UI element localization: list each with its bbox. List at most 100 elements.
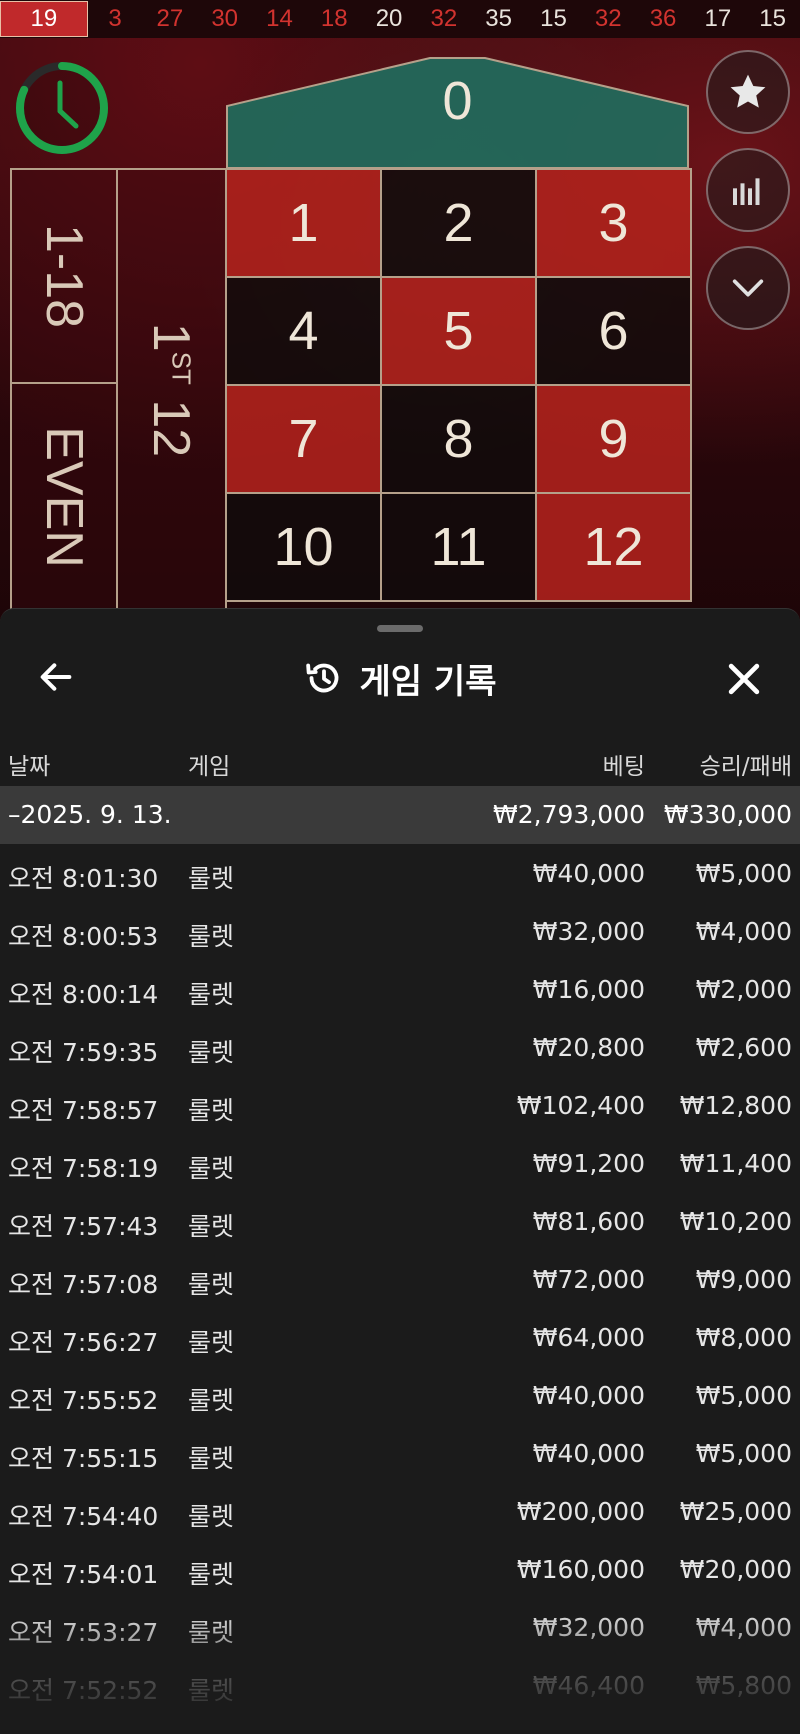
- row-bet: ₩40,000: [532, 1381, 645, 1410]
- row-result: ₩10,200: [679, 1207, 792, 1236]
- row-bet: ₩81,600: [532, 1207, 645, 1236]
- row-result: ₩25,000: [679, 1497, 792, 1526]
- zero-label: 0: [442, 71, 473, 131]
- game-history-sheet: 게임 기록 날짜 게임 베팅 승리/패배 –2025. 9. 13. ₩2,79…: [0, 608, 800, 1734]
- even-label: EVEN: [35, 426, 94, 568]
- bet-spot-1st-dozen[interactable]: 1ST 12: [116, 168, 227, 612]
- row-result: ₩5,000: [695, 859, 792, 888]
- bet-spot-number[interactable]: 1: [225, 168, 382, 278]
- row-result: ₩11,400: [679, 1149, 792, 1178]
- row-game: 룰렛: [188, 1560, 235, 1589]
- row-bet: ₩32,000: [532, 1613, 645, 1642]
- header-game: 게임: [188, 754, 231, 780]
- row-bet: ₩32,000: [532, 917, 645, 946]
- clock-icon: [16, 62, 108, 154]
- row-result: ₩8,000: [695, 1323, 792, 1352]
- history-row[interactable]: 오전 8:00:53 룰렛 ₩32,000 ₩4,000: [0, 902, 800, 960]
- row-bet: ₩64,000: [532, 1323, 645, 1352]
- history-row[interactable]: 오전 7:53:27 룰렛 ₩32,000 ₩4,000: [0, 1598, 800, 1656]
- row-game: 룰렛: [188, 1444, 235, 1473]
- row-time: 오전 7:57:08: [8, 1270, 159, 1299]
- bet-spot-number[interactable]: 5: [380, 276, 537, 386]
- bet-spot-number[interactable]: 8: [380, 384, 537, 494]
- history-row[interactable]: 오전 7:58:57 룰렛 ₩102,400 ₩12,800: [0, 1076, 800, 1134]
- history-number: 15: [540, 5, 567, 32]
- history-row[interactable]: 오전 7:54:01 룰렛 ₩160,000 ₩20,000: [0, 1540, 800, 1598]
- bet-spot-number[interactable]: 10: [225, 492, 382, 602]
- row-time: 오전 7:57:43: [8, 1212, 159, 1241]
- row-result: ₩5,800: [695, 1671, 792, 1700]
- history-number: 3: [108, 5, 122, 32]
- close-icon: [728, 663, 760, 695]
- bet-spot-number[interactable]: 9: [535, 384, 692, 494]
- row-time: 오전 7:56:27: [8, 1328, 159, 1357]
- history-row[interactable]: 오전 8:00:14 룰렛 ₩16,000 ₩2,000: [0, 960, 800, 1018]
- row-bet: ₩91,200: [532, 1149, 645, 1178]
- row-result: ₩12,800: [679, 1091, 792, 1120]
- bet-spot-number[interactable]: 4: [225, 276, 382, 386]
- close-button[interactable]: [722, 657, 766, 701]
- row-game: 룰렛: [188, 1386, 235, 1415]
- history-row[interactable]: 오전 7:57:43 룰렛 ₩81,600 ₩10,200: [0, 1192, 800, 1250]
- history-row[interactable]: 오전 8:01:30 룰렛 ₩40,000 ₩5,000: [0, 844, 800, 902]
- dozen-label: 1ST 12: [142, 322, 201, 458]
- history-number: 35: [485, 5, 512, 32]
- favorites-button[interactable]: [706, 50, 790, 134]
- bet-spot-number[interactable]: 7: [225, 384, 382, 494]
- low-label: 1-18: [35, 223, 94, 329]
- statistics-button[interactable]: [706, 148, 790, 232]
- summary-result: ₩330,000: [663, 800, 792, 829]
- row-time: 오전 7:59:35: [8, 1038, 159, 1067]
- row-time: 오전 7:53:27: [8, 1618, 159, 1647]
- history-row[interactable]: 오전 7:52:52 룰렛 ₩46,400 ₩5,800: [0, 1656, 800, 1714]
- header-bet: 베팅: [602, 754, 645, 780]
- row-game: 룰렛: [188, 1212, 235, 1241]
- history-number: 36: [649, 5, 677, 32]
- table-header: 날짜 게임 베팅 승리/패배: [0, 741, 800, 781]
- history-row[interactable]: 오전 7:55:15 룰렛 ₩40,000 ₩5,000: [0, 1424, 800, 1482]
- row-result: ₩2,600: [695, 1033, 792, 1062]
- history-number: 20: [375, 5, 403, 32]
- row-game: 룰렛: [188, 1502, 235, 1531]
- date-summary-row[interactable]: –2025. 9. 13. ₩2,793,000 ₩330,000: [0, 786, 800, 844]
- history-number: 18: [320, 5, 348, 32]
- row-game: 룰렛: [188, 922, 235, 951]
- history-row[interactable]: 오전 7:55:52 룰렛 ₩40,000 ₩5,000: [0, 1366, 800, 1424]
- bet-spot-1-18[interactable]: 1-18: [10, 168, 118, 384]
- bet-spot-number[interactable]: 2: [380, 168, 537, 278]
- sheet-drag-handle[interactable]: [377, 625, 423, 632]
- summary-bet: ₩2,793,000: [493, 800, 645, 829]
- chevron-down-icon: [732, 279, 764, 297]
- row-time: 오전 8:00:53: [8, 922, 159, 951]
- row-game: 룰렛: [188, 1038, 235, 1067]
- row-game: 룰렛: [188, 1618, 235, 1647]
- row-result: ₩5,000: [695, 1439, 792, 1468]
- game-view: 19 3 27 30 14 18 20 32 35 15 32 36 17 15 0 1-18: [0, 0, 800, 640]
- history-row[interactable]: 오전 7:58:19 룰렛 ₩91,200 ₩11,400: [0, 1134, 800, 1192]
- row-time: 오전 7:52:52: [8, 1676, 159, 1705]
- star-icon: [730, 74, 766, 108]
- bet-spot-even[interactable]: EVEN: [10, 382, 118, 612]
- row-result: ₩9,000: [695, 1265, 792, 1294]
- header-result: 승리/패배: [699, 754, 792, 780]
- bet-spot-number[interactable]: 6: [535, 276, 692, 386]
- history-row[interactable]: 오전 7:54:40 룰렛 ₩200,000 ₩25,000: [0, 1482, 800, 1540]
- history-row[interactable]: 오전 7:57:08 룰렛 ₩72,000 ₩9,000: [0, 1250, 800, 1308]
- history-icon: [305, 663, 338, 693]
- row-bet: ₩200,000: [516, 1497, 645, 1526]
- row-result: ₩20,000: [679, 1555, 792, 1584]
- header-date: 날짜: [8, 754, 51, 780]
- history-row[interactable]: 오전 7:59:35 룰렛 ₩20,800 ₩2,600: [0, 1018, 800, 1076]
- row-bet: ₩102,400: [516, 1091, 645, 1120]
- history-number: 32: [594, 5, 622, 32]
- bet-spot-number[interactable]: 3: [535, 168, 692, 278]
- bet-spot-number[interactable]: 12: [535, 492, 692, 602]
- collapse-button[interactable]: [706, 246, 790, 330]
- history-number: 19: [0, 1, 88, 37]
- row-time: 오전 7:58:57: [8, 1096, 159, 1125]
- row-result: ₩5,000: [695, 1381, 792, 1410]
- bet-spot-number[interactable]: 11: [380, 492, 537, 602]
- history-row[interactable]: 오전 7:56:27 룰렛 ₩64,000 ₩8,000: [0, 1308, 800, 1366]
- stats-icon: [733, 178, 760, 205]
- row-bet: ₩72,000: [532, 1265, 645, 1294]
